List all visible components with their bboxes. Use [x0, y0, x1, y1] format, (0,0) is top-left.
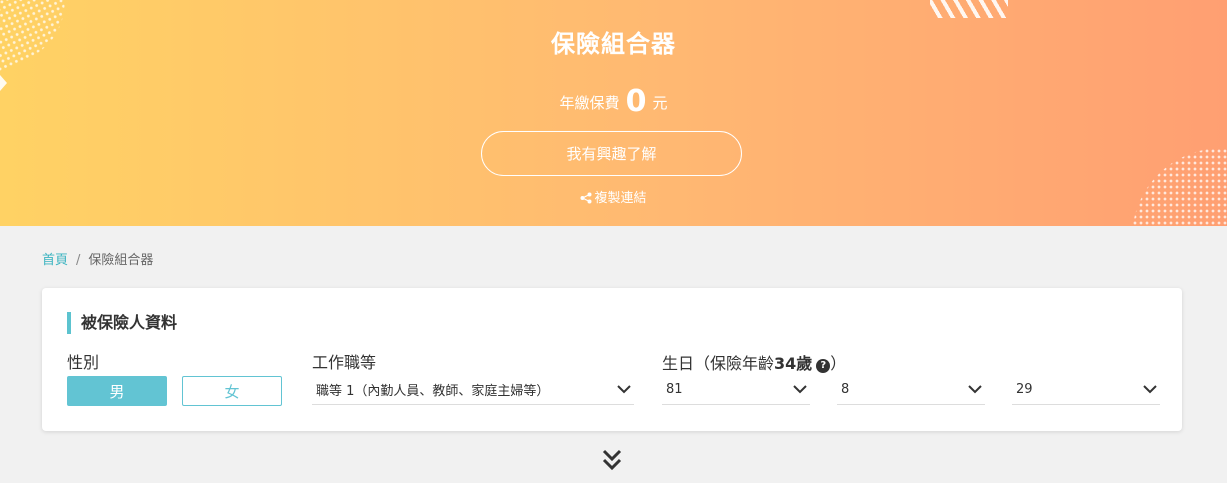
decor-stripes — [930, 0, 1008, 18]
birth-month-select[interactable]: 8 — [837, 374, 985, 405]
gender-female-button[interactable]: 女 — [182, 376, 282, 406]
chevron-down-icon — [1143, 385, 1157, 394]
double-chevron-down-icon[interactable] — [601, 448, 623, 472]
premium-value: 0 — [625, 84, 647, 119]
copy-link-button[interactable]: 複製連結 — [0, 187, 1227, 208]
birth-day-value: 29 — [1016, 381, 1033, 397]
chevron-down-icon — [968, 385, 982, 394]
breadcrumb-home[interactable]: 首頁 — [42, 253, 68, 268]
breadcrumb: 首頁 / 保險組合器 — [42, 249, 153, 268]
birth-year-value: 81 — [666, 381, 683, 397]
premium-label: 年繳保費 — [559, 94, 620, 112]
birthday-label: 生日（保險年齡34歲?） — [662, 350, 846, 374]
interest-button[interactable]: 我有興趣了解 — [481, 131, 742, 176]
copy-link-label: 複製連結 — [594, 191, 647, 206]
birth-day-select[interactable]: 29 — [1012, 374, 1160, 405]
insured-info-card: 被保險人資料 性別 男 女 工作職等 職等 1（內勤人員、教師、家庭主婦等） 生… — [42, 288, 1182, 431]
chevron-down-icon — [793, 385, 807, 394]
breadcrumb-current: 保險組合器 — [88, 253, 154, 268]
premium-unit: 元 — [652, 94, 668, 112]
breadcrumb-separator: / — [76, 253, 81, 268]
birth-month-value: 8 — [841, 381, 850, 397]
birth-year-select[interactable]: 81 — [662, 374, 810, 405]
birthday-label-text: 生日（保險年齡 — [662, 354, 775, 373]
help-circle-icon[interactable]: ? — [816, 359, 831, 373]
gender-male-button[interactable]: 男 — [67, 376, 167, 406]
insured-info-title: 被保險人資料 — [67, 312, 177, 334]
chevron-down-icon — [617, 385, 631, 394]
page-title: 保險組合器 — [551, 30, 676, 58]
job-class-label: 工作職等 — [312, 353, 377, 372]
annual-premium: 年繳保費 0 元 — [0, 84, 1227, 119]
hero-banner: 保險組合器 年繳保費 0 元 我有興趣了解 複製連結 — [0, 0, 1227, 226]
job-class-select[interactable]: 職等 1（內勤人員、教師、家庭主婦等） — [312, 374, 634, 405]
job-class-value: 職等 1（內勤人員、教師、家庭主婦等） — [316, 383, 550, 399]
insurance-age: 34歲 — [774, 354, 813, 373]
share-icon — [580, 192, 592, 208]
gender-label: 性別 — [67, 353, 100, 372]
birthday-label-close: ） — [830, 354, 847, 373]
